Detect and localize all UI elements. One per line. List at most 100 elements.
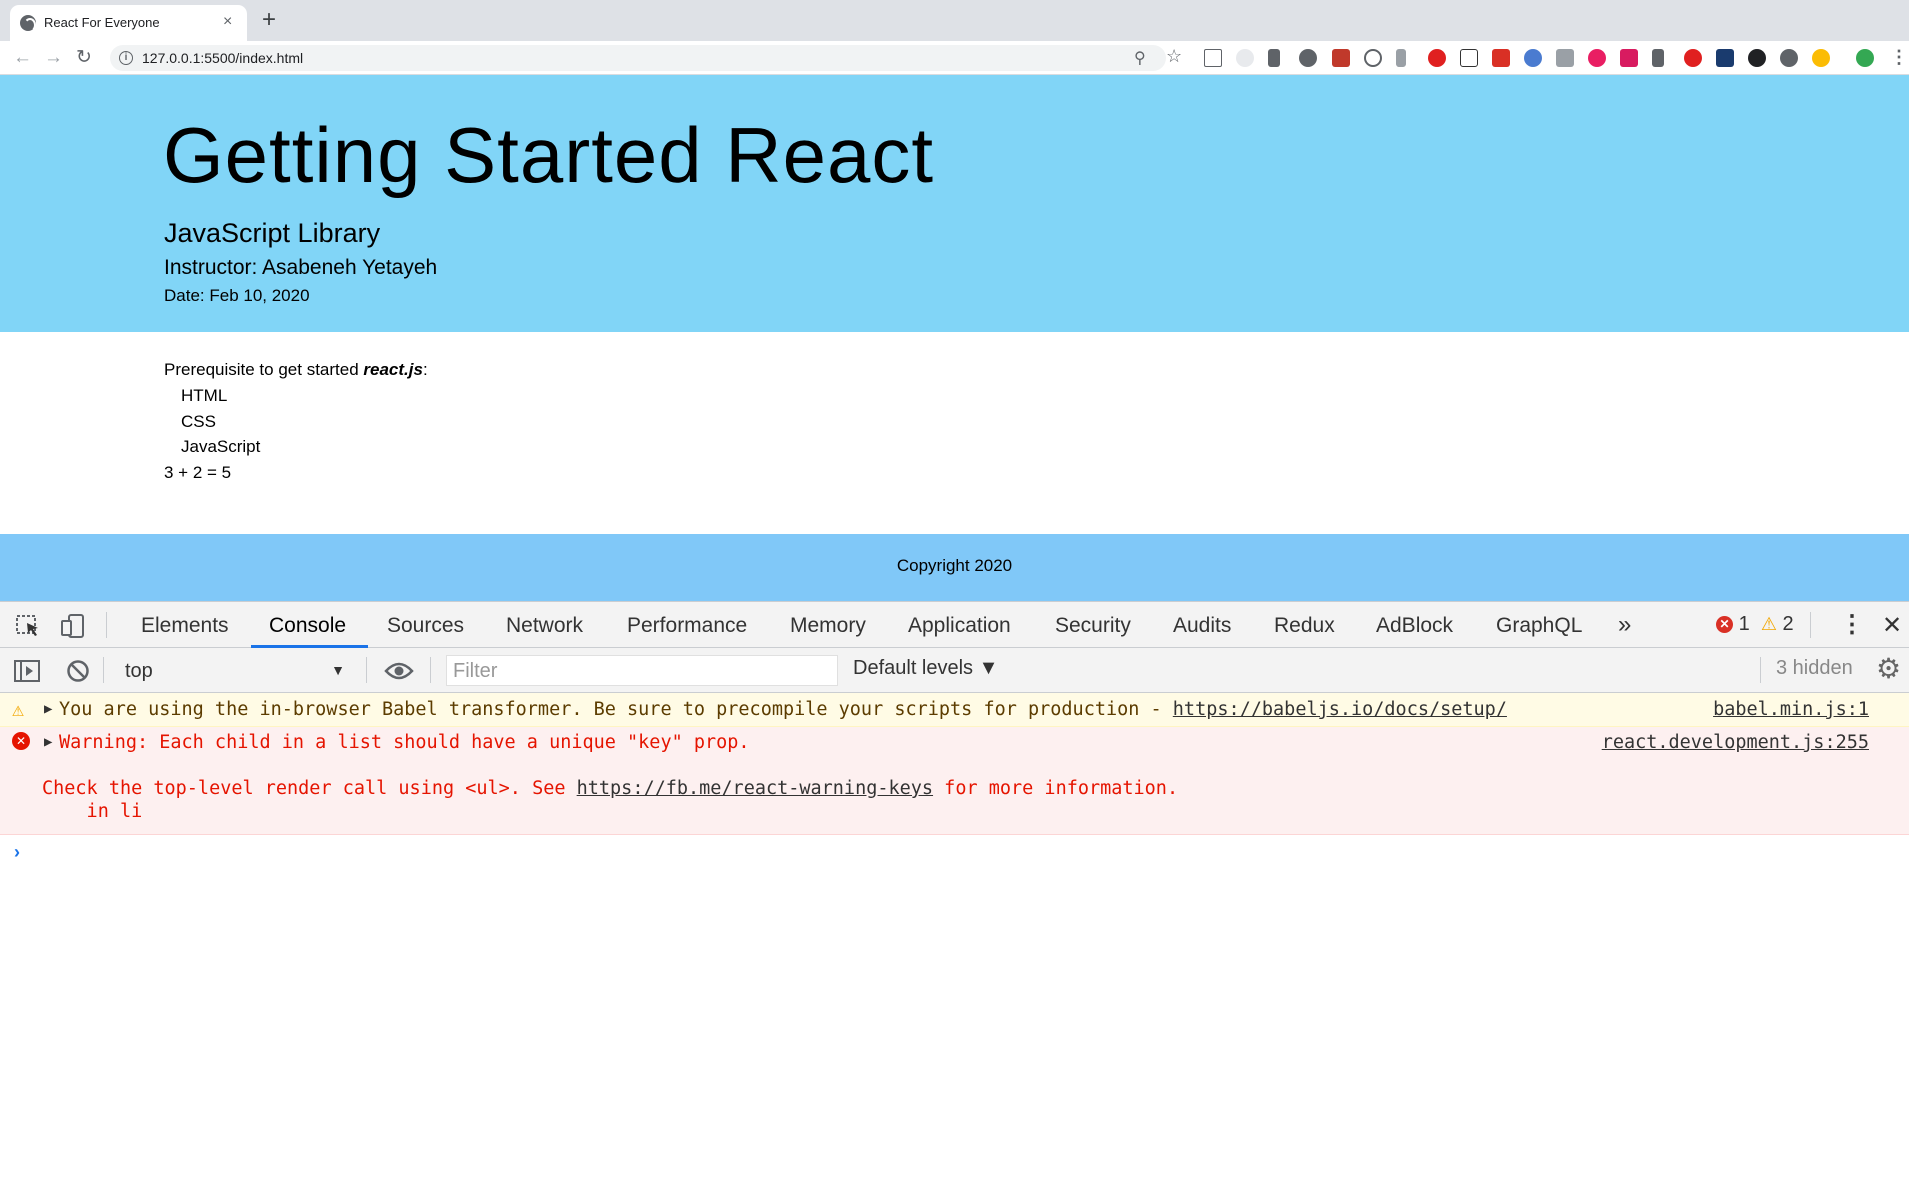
toolbar-divider: [1760, 657, 1761, 683]
toolbar-divider: [1810, 612, 1811, 638]
tab-network[interactable]: Network: [506, 614, 583, 638]
error-line-2: Check the top-level render call using <u…: [42, 778, 1178, 799]
filter-placeholder: Filter: [453, 660, 498, 682]
inspect-element-icon[interactable]: [16, 614, 42, 638]
sum-text: 3 + 2 = 5: [164, 463, 232, 482]
prerequisite-text: Prerequisite to get started react.js:: [164, 360, 428, 380]
extension-icon[interactable]: [1524, 49, 1542, 67]
extension-icon[interactable]: [1492, 49, 1510, 67]
address-bar[interactable]: i 127.0.0.1:5500/index.html ⚲ ☆: [110, 45, 1182, 71]
tab-redux[interactable]: Redux: [1274, 614, 1335, 638]
context-value: top: [125, 660, 153, 682]
error-line-2-text: Check the top-level render call using <u…: [42, 778, 577, 799]
tab-performance[interactable]: Performance: [627, 614, 747, 638]
expand-triangle-icon[interactable]: ▶: [44, 701, 52, 717]
device-toolbar-icon[interactable]: [60, 614, 86, 638]
tab-close-icon[interactable]: ×: [223, 13, 232, 31]
browser-toolbar: ← → ↻ i 127.0.0.1:5500/index.html ⚲ ☆ ⋮: [0, 41, 1909, 75]
extension-icon[interactable]: [1652, 49, 1664, 67]
hidden-messages-count: 3 hidden: [1776, 657, 1853, 679]
back-button[interactable]: ←: [13, 47, 32, 69]
page-subtitle: JavaScript Library: [164, 218, 381, 248]
globe-icon: [20, 15, 36, 32]
tab-graphql[interactable]: GraphQL: [1496, 614, 1582, 638]
gear-icon[interactable]: ⚙: [1876, 654, 1901, 684]
tab-security[interactable]: Security: [1055, 614, 1131, 638]
extension-icon[interactable]: [1268, 49, 1280, 67]
extension-icon[interactable]: [1588, 49, 1606, 67]
tab-audits[interactable]: Audits: [1173, 614, 1231, 638]
tab-console[interactable]: Console: [269, 614, 346, 638]
extension-icon[interactable]: [1716, 49, 1734, 67]
browser-tab[interactable]: React For Everyone ×: [10, 5, 247, 41]
page-main: Prerequisite to get started react.js: HT…: [0, 332, 1909, 534]
eye-icon[interactable]: [384, 661, 414, 681]
profile-avatar[interactable]: [1856, 49, 1874, 67]
filter-input[interactable]: Filter: [446, 655, 838, 686]
tab-elements[interactable]: Elements: [141, 614, 229, 638]
extension-icon[interactable]: [1204, 49, 1222, 67]
toolbar-divider: [103, 657, 104, 683]
tab-memory[interactable]: Memory: [790, 614, 866, 638]
clear-console-icon[interactable]: [66, 659, 90, 683]
error-source-link[interactable]: react.development.js:255: [1602, 732, 1869, 753]
extension-icon[interactable]: [1396, 49, 1406, 67]
extension-icon[interactable]: [1460, 49, 1478, 67]
warning-icon: ⚠: [12, 697, 25, 721]
extension-icon[interactable]: [1364, 49, 1382, 67]
footer-text: Copyright 2020: [896, 556, 1013, 575]
error-line-2-tail: for more information.: [933, 778, 1179, 799]
reload-button[interactable]: ↻: [76, 47, 92, 69]
devtools-tab-bar: Elements Console Sources Network Perform…: [0, 602, 1909, 648]
forward-button[interactable]: →: [44, 47, 63, 69]
error-icon: ✕: [1716, 616, 1733, 633]
warning-text-main: You are using the in-browser Babel trans…: [59, 699, 1173, 720]
prereq-colon: :: [422, 360, 428, 379]
extension-icon[interactable]: [1236, 49, 1254, 67]
info-icon[interactable]: i: [119, 51, 133, 65]
bookmark-star-icon[interactable]: ☆: [1166, 46, 1182, 67]
list-item: CSS: [181, 412, 216, 431]
page-footer: Copyright 2020: [0, 534, 1909, 601]
warning-text: You are using the in-browser Babel trans…: [59, 699, 1507, 720]
console-toolbar: top ▼ Filter Default levels ▼ 3 hidden ⚙: [0, 648, 1909, 693]
extension-icon[interactable]: [1428, 49, 1446, 67]
tab-application[interactable]: Application: [908, 614, 1011, 638]
error-link[interactable]: https://fb.me/react-warning-keys: [577, 778, 933, 799]
toolbar-divider: [106, 612, 107, 638]
expand-triangle-icon[interactable]: ▶: [44, 734, 52, 750]
tab-title: React For Everyone: [44, 15, 160, 30]
toolbar-divider: [430, 657, 431, 683]
zoom-icon[interactable]: ⚲: [1134, 48, 1146, 68]
extension-icon[interactable]: [1780, 49, 1798, 67]
url-text[interactable]: 127.0.0.1:5500/index.html: [142, 50, 303, 66]
warning-icon: ⚠: [1760, 614, 1777, 634]
log-levels-dropdown[interactable]: Default levels ▼: [853, 657, 998, 680]
console-prompt-icon[interactable]: ›: [14, 842, 20, 863]
close-devtools-icon[interactable]: ✕: [1882, 611, 1902, 640]
issue-counter[interactable]: ✕ 1 ⚠ 2: [1716, 613, 1794, 636]
extension-icon[interactable]: [1332, 49, 1350, 67]
extension-icon[interactable]: [1748, 49, 1766, 67]
new-tab-button[interactable]: +: [262, 7, 276, 33]
error-icon: ✕: [12, 732, 30, 750]
page-header: Getting Started React JavaScript Library…: [0, 75, 1909, 332]
extension-icon[interactable]: [1684, 49, 1702, 67]
devtools-menu-icon[interactable]: ⋮: [1840, 610, 1864, 639]
tab-adblock[interactable]: AdBlock: [1376, 614, 1453, 638]
tab-sources[interactable]: Sources: [387, 614, 464, 638]
error-line-1: Warning: Each child in a list should hav…: [59, 732, 750, 753]
extension-icon[interactable]: [1299, 49, 1317, 67]
warning-source-link[interactable]: babel.min.js:1: [1713, 699, 1869, 720]
browser-menu-icon[interactable]: ⋮: [1890, 46, 1908, 68]
context-selector[interactable]: top ▼: [113, 654, 353, 687]
console-error-message: ✕ ▶ Warning: Each child in a list should…: [0, 727, 1909, 835]
extension-icon[interactable]: [1812, 49, 1830, 67]
warning-link[interactable]: https://babeljs.io/docs/setup/: [1173, 699, 1507, 720]
more-tabs-icon[interactable]: »: [1618, 611, 1631, 639]
show-sidebar-icon[interactable]: [14, 660, 40, 682]
extension-icon[interactable]: [1556, 49, 1574, 67]
page-title: Getting Started React: [163, 111, 935, 199]
list-item: HTML: [181, 386, 228, 405]
extension-icon[interactable]: [1620, 49, 1638, 67]
